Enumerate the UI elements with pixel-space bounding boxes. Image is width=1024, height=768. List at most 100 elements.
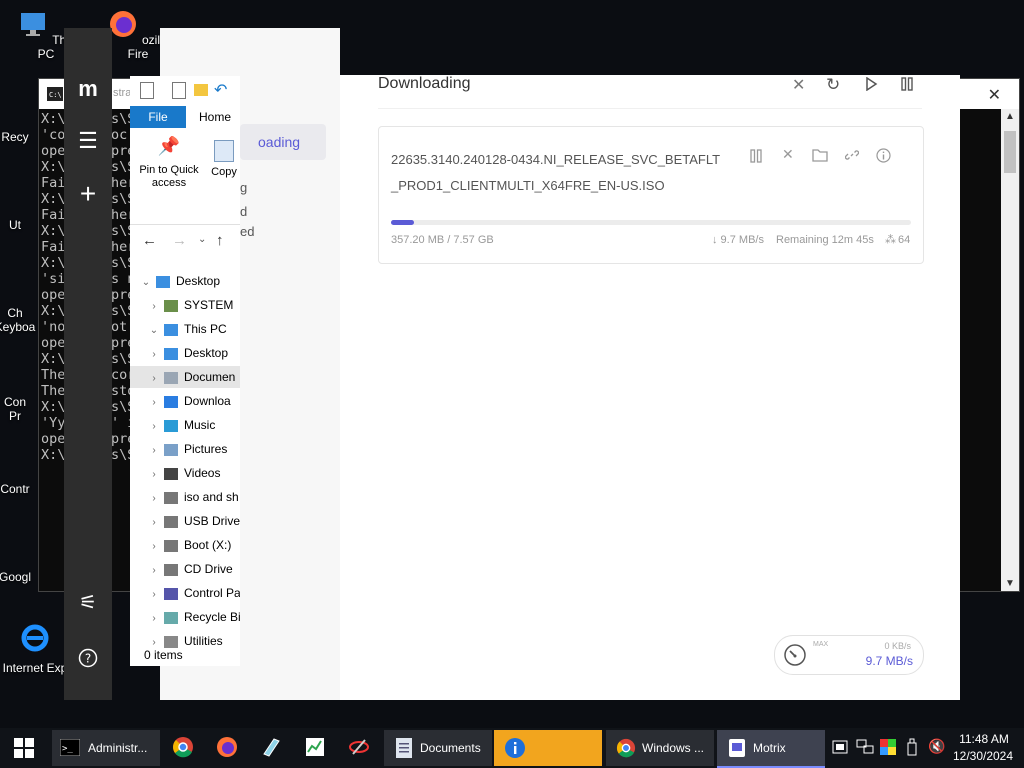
pin-to-quick-access-button[interactable]: 📌 Pin to Quick access [130,136,208,190]
chevron-right-icon[interactable]: › [148,296,160,318]
resume-all-icon[interactable] [864,77,878,91]
chevron-right-icon[interactable]: › [148,512,160,534]
chevron-right-icon[interactable]: › [148,344,160,366]
list-item-downloading[interactable]: oading [240,124,326,160]
taskbar-button-info[interactable] [494,730,602,766]
taskbar-button-administrator[interactable]: >_ Administr... [52,730,160,766]
tree-item[interactable]: › Control Pa [130,582,240,604]
task-manager-icon[interactable] [304,736,326,758]
forward-icon[interactable]: → [172,232,187,249]
chevron-right-icon[interactable]: › [148,416,160,438]
close-icon[interactable]: ✕ [988,85,1001,105]
up-icon[interactable]: ↑ [216,232,224,249]
chevron-down-icon[interactable]: ⌄ [148,320,160,342]
desktop-icon-internet-explorer[interactable]: Internet Exp [0,622,70,675]
copy-button[interactable]: Copy [208,140,240,178]
windows-start-icon[interactable] [14,738,34,758]
tree-item[interactable]: › Recycle Bir [130,606,240,628]
tab-home[interactable]: Home [190,106,240,128]
tree-item[interactable]: › Boot (X:) [130,534,240,556]
folder-icon[interactable] [812,148,828,162]
network-tool-icon[interactable] [348,736,370,758]
notepad-icon[interactable] [260,736,282,758]
network-icon[interactable] [856,739,874,755]
pause-icon[interactable] [749,149,763,163]
chevron-right-icon[interactable]: › [148,584,160,606]
delete-icon[interactable]: ✕ [782,146,794,163]
preferences-icon[interactable]: ⚟ [64,590,112,615]
scroll-down-icon[interactable]: ▼ [1005,578,1015,589]
link-icon[interactable] [845,148,859,162]
desktop-icon-control-panel[interactable]: Contr [0,482,40,496]
connections-icon: ⁂ [885,234,896,246]
chevron-right-icon[interactable]: › [148,440,160,462]
motrix-header: Downloading ✕ ↻ [378,75,922,109]
cmd-line: ope [41,287,66,303]
chevron-right-icon[interactable]: › [148,536,160,558]
clock-time[interactable]: 11:48 AM [956,732,1012,746]
tree-item[interactable]: › Documen [130,366,240,388]
speaker-muted-icon[interactable]: 🔇 [928,738,945,755]
clock-date[interactable]: 12/30/2024 [950,749,1016,763]
task-item[interactable]: 22635.3140.240128-0434.NI_RELEASE_SVC_BE… [378,126,924,264]
taskbar-button-windows[interactable]: Windows ... [606,730,714,766]
tree-item[interactable]: ⌄ This PC [130,318,240,340]
tree-item-label: Recycle Bir [184,610,240,624]
undo-icon[interactable]: ↶ [214,80,227,100]
checklist-icon[interactable] [172,82,186,99]
color-tray-icon[interactable] [880,739,896,755]
tree-item[interactable]: › Videos [130,462,240,484]
desktop-icon-utilities[interactable]: Ut [0,218,40,232]
back-icon[interactable]: ← [142,232,157,249]
list-item-waiting[interactable]: g [240,180,247,195]
tree-item[interactable]: › Music [130,414,240,436]
tree-item[interactable]: › CD Drive [130,558,240,580]
scroll-thumb[interactable] [1004,131,1016,173]
help-icon[interactable]: ? [64,648,112,673]
info-icon[interactable] [876,148,891,163]
tree-item[interactable]: › Downloa [130,390,240,412]
refresh-icon[interactable]: ↻ [826,75,840,95]
chevron-right-icon[interactable]: › [148,392,160,414]
desktop-icon-command-prompt[interactable]: Con Pr [0,395,40,423]
taskbar-button-motrix[interactable]: Motrix [717,730,825,768]
pin-icon: 📌 [157,136,181,156]
tree-item[interactable]: › iso and sh [130,486,240,508]
list-item-stopped[interactable]: d [240,204,247,219]
menu-icon[interactable]: ☰ [64,128,112,154]
tree-item[interactable]: › SYSTEM [130,294,240,316]
cmd-scrollbar[interactable]: ▲ ▼ [1001,109,1019,591]
chrome-icon[interactable] [172,736,194,758]
desktop-icon-keyboard[interactable]: Ch Keyboa [0,306,40,334]
speedometer[interactable]: MAX 0 KB/s 9.7 MB/s [774,635,924,675]
list-item-completed[interactable]: ed [240,224,254,239]
tree-item[interactable]: ⌄ Desktop [130,270,240,292]
usb-icon[interactable] [906,738,918,756]
taskbar-button-documents[interactable]: Documents [384,730,492,766]
chevron-right-icon[interactable]: › [148,608,160,630]
chevron-right-icon[interactable]: › [148,464,160,486]
tree-item[interactable]: › USB Drive [130,510,240,532]
taskbar-button-label: Documents [420,741,481,755]
desktop-icon-recycle[interactable]: Recy [0,130,40,144]
file-explorer-window[interactable]: ↶ File Home 📌 Pin to Quick access Copy ←… [130,76,240,666]
tree-item-label: Control Pa [184,586,240,600]
chevron-right-icon[interactable]: › [148,368,160,390]
motrix-logo-icon: m [78,76,98,101]
delete-all-icon[interactable]: ✕ [792,75,805,95]
pause-all-icon[interactable] [900,77,914,91]
chevron-down-icon[interactable]: ⌄ [198,234,206,245]
add-task-icon[interactable]: + [64,178,112,210]
chevron-right-icon[interactable]: › [148,560,160,582]
folder-icon[interactable] [194,84,208,96]
chevron-down-icon[interactable]: ⌄ [140,272,152,294]
desktop-icon-google-chrome[interactable]: Googl [0,570,40,584]
tree-item[interactable]: › Pictures [130,438,240,460]
properties-icon[interactable] [140,82,154,99]
tray-device-icon[interactable] [832,740,848,754]
tree-item[interactable]: › Desktop [130,342,240,364]
firefox-icon[interactable] [216,736,238,758]
tab-file[interactable]: File [130,106,186,128]
chevron-right-icon[interactable]: › [148,488,160,510]
scroll-up-icon[interactable]: ▲ [1005,111,1015,122]
